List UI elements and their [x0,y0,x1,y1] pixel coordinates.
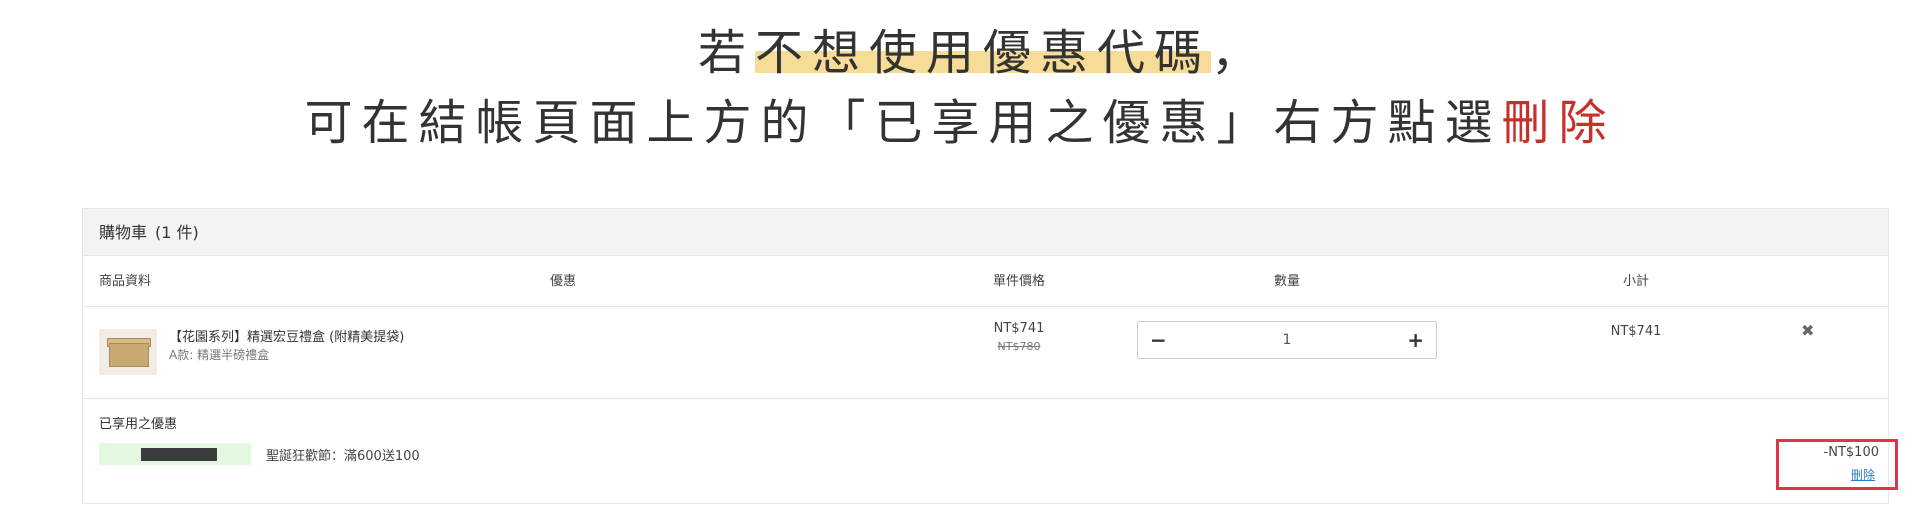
annotation-highlight-box [1776,439,1898,490]
cart-column-headers: 商品資料 優惠 單件價格 數量 小計 [83,256,1888,307]
product-variant: A款: 精選半磅禮盒 [169,348,270,362]
cart-item-count: (1 件) [155,223,199,242]
redacted-code [141,448,217,461]
unit-price-cell: NT$741 NT$780 [959,321,1079,353]
promo-code-tag [99,443,251,465]
promo-description: 聖誕狂歡節：滿600送100 [266,449,420,464]
quantity-decrease-button[interactable]: − [1150,322,1167,358]
headline-line2-text: 可在結帳頁面上方的「已享用之優惠」右方點選 [304,95,1502,151]
quantity-stepper: − 1 + [1137,321,1437,359]
cart-panel: 購物車 (1 件) 商品資料 優惠 單件價格 數量 小計 【花園系列】精選宏豆禮盒… [82,208,1889,504]
original-price: NT$780 [997,340,1041,353]
cart-title: 購物車 [99,223,148,242]
gift-box-image [109,343,149,367]
unit-price: NT$741 [993,321,1045,336]
headline-line-2: 可在結帳頁面上方的「已享用之優惠」右方點選刪除 [0,88,1920,158]
instruction-headline: 若不想使用優惠代碼， 可在結帳頁面上方的「已享用之優惠」右方點選刪除 [0,18,1920,158]
headline-line-1: 若不想使用優惠代碼， [46,18,1920,88]
col-promotion-header: 優惠 [550,274,577,289]
headline-prefix: 若 [697,25,755,81]
remove-item-icon[interactable]: ✖ [1801,321,1814,340]
headline-highlight: 不想使用優惠代碼 [754,25,1211,81]
quantity-increase-button[interactable]: + [1407,322,1424,358]
headline-suffix: ， [1211,25,1269,81]
quantity-input[interactable]: 1 [1178,322,1396,358]
col-quantity-header: 數量 [1273,274,1300,289]
col-unit-price-header: 單件價格 [992,274,1045,289]
headline-delete-word: 刪除 [1501,95,1616,151]
item-subtotal: NT$741 [1610,324,1662,339]
cart-header: 購物車 (1 件) [83,209,1888,256]
cart-item-row: 【花園系列】精選宏豆禮盒 (附精美提袋) A款: 精選半磅禮盒 NT$741 N… [83,307,1888,399]
product-thumbnail[interactable] [99,329,157,375]
col-product-header: 商品資料 [99,274,152,289]
applied-promotions-title: 已享用之優惠 [99,417,178,432]
col-subtotal-header: 小計 [1622,274,1649,289]
product-name[interactable]: 【花園系列】精選宏豆禮盒 (附精美提袋) [169,326,404,345]
